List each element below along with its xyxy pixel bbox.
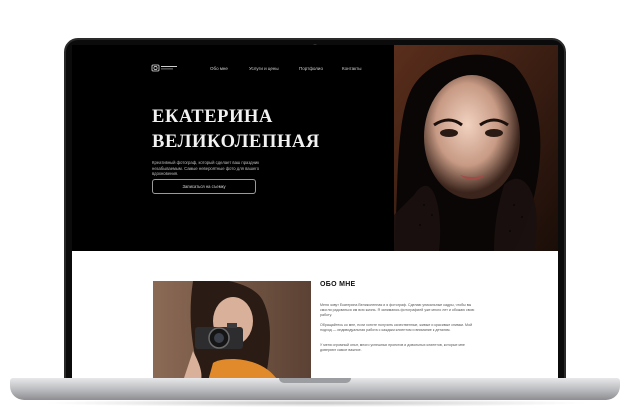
nav-item-about[interactable]: Обо мне [210,66,228,71]
about-photo-image [153,281,311,381]
hero-title-line1: ЕКАТЕРИНА [152,107,274,127]
logo-icon[interactable] [151,61,179,73]
book-session-button[interactable]: Записаться на съемку [152,179,256,194]
laptop-base-notch [279,378,351,383]
about-paragraph: Меня зовут Екатерина Великолепная и я фо… [320,303,475,317]
about-title: ОБО МНЕ [320,281,356,288]
hero-title-line2: ВЕЛИКОЛЕПНАЯ [152,132,320,152]
hero-portrait-image [394,45,558,251]
nav-item-contacts[interactable]: Контакты [342,66,361,71]
laptop-mockup: Обо мне Услуги и цены Портфолио Контакты… [0,0,630,410]
about-paragraph: У меня огромный опыт, много успешных про… [320,343,465,352]
hero-subtitle: Креативный фотограф, который сделает ваш… [152,160,260,177]
about-paragraph: Обращайтесь ко мне, если хотите получить… [320,323,473,332]
nav-item-portfolio[interactable]: Портфолио [299,66,323,71]
about-section: ОБО МНЕ Меня зовут Екатерина Великолепна… [72,251,558,381]
laptop-shadow [40,399,590,407]
hero-section: Обо мне Услуги и цены Портфолио Контакты… [72,45,558,251]
laptop-base [10,378,620,400]
hero-title: ЕКАТЕРИНА ВЕЛИКОЛЕПНАЯ [152,105,372,155]
nav-item-services[interactable]: Услуги и цены [249,66,279,71]
laptop-screen: Обо мне Услуги и цены Портфолио Контакты… [72,45,558,381]
